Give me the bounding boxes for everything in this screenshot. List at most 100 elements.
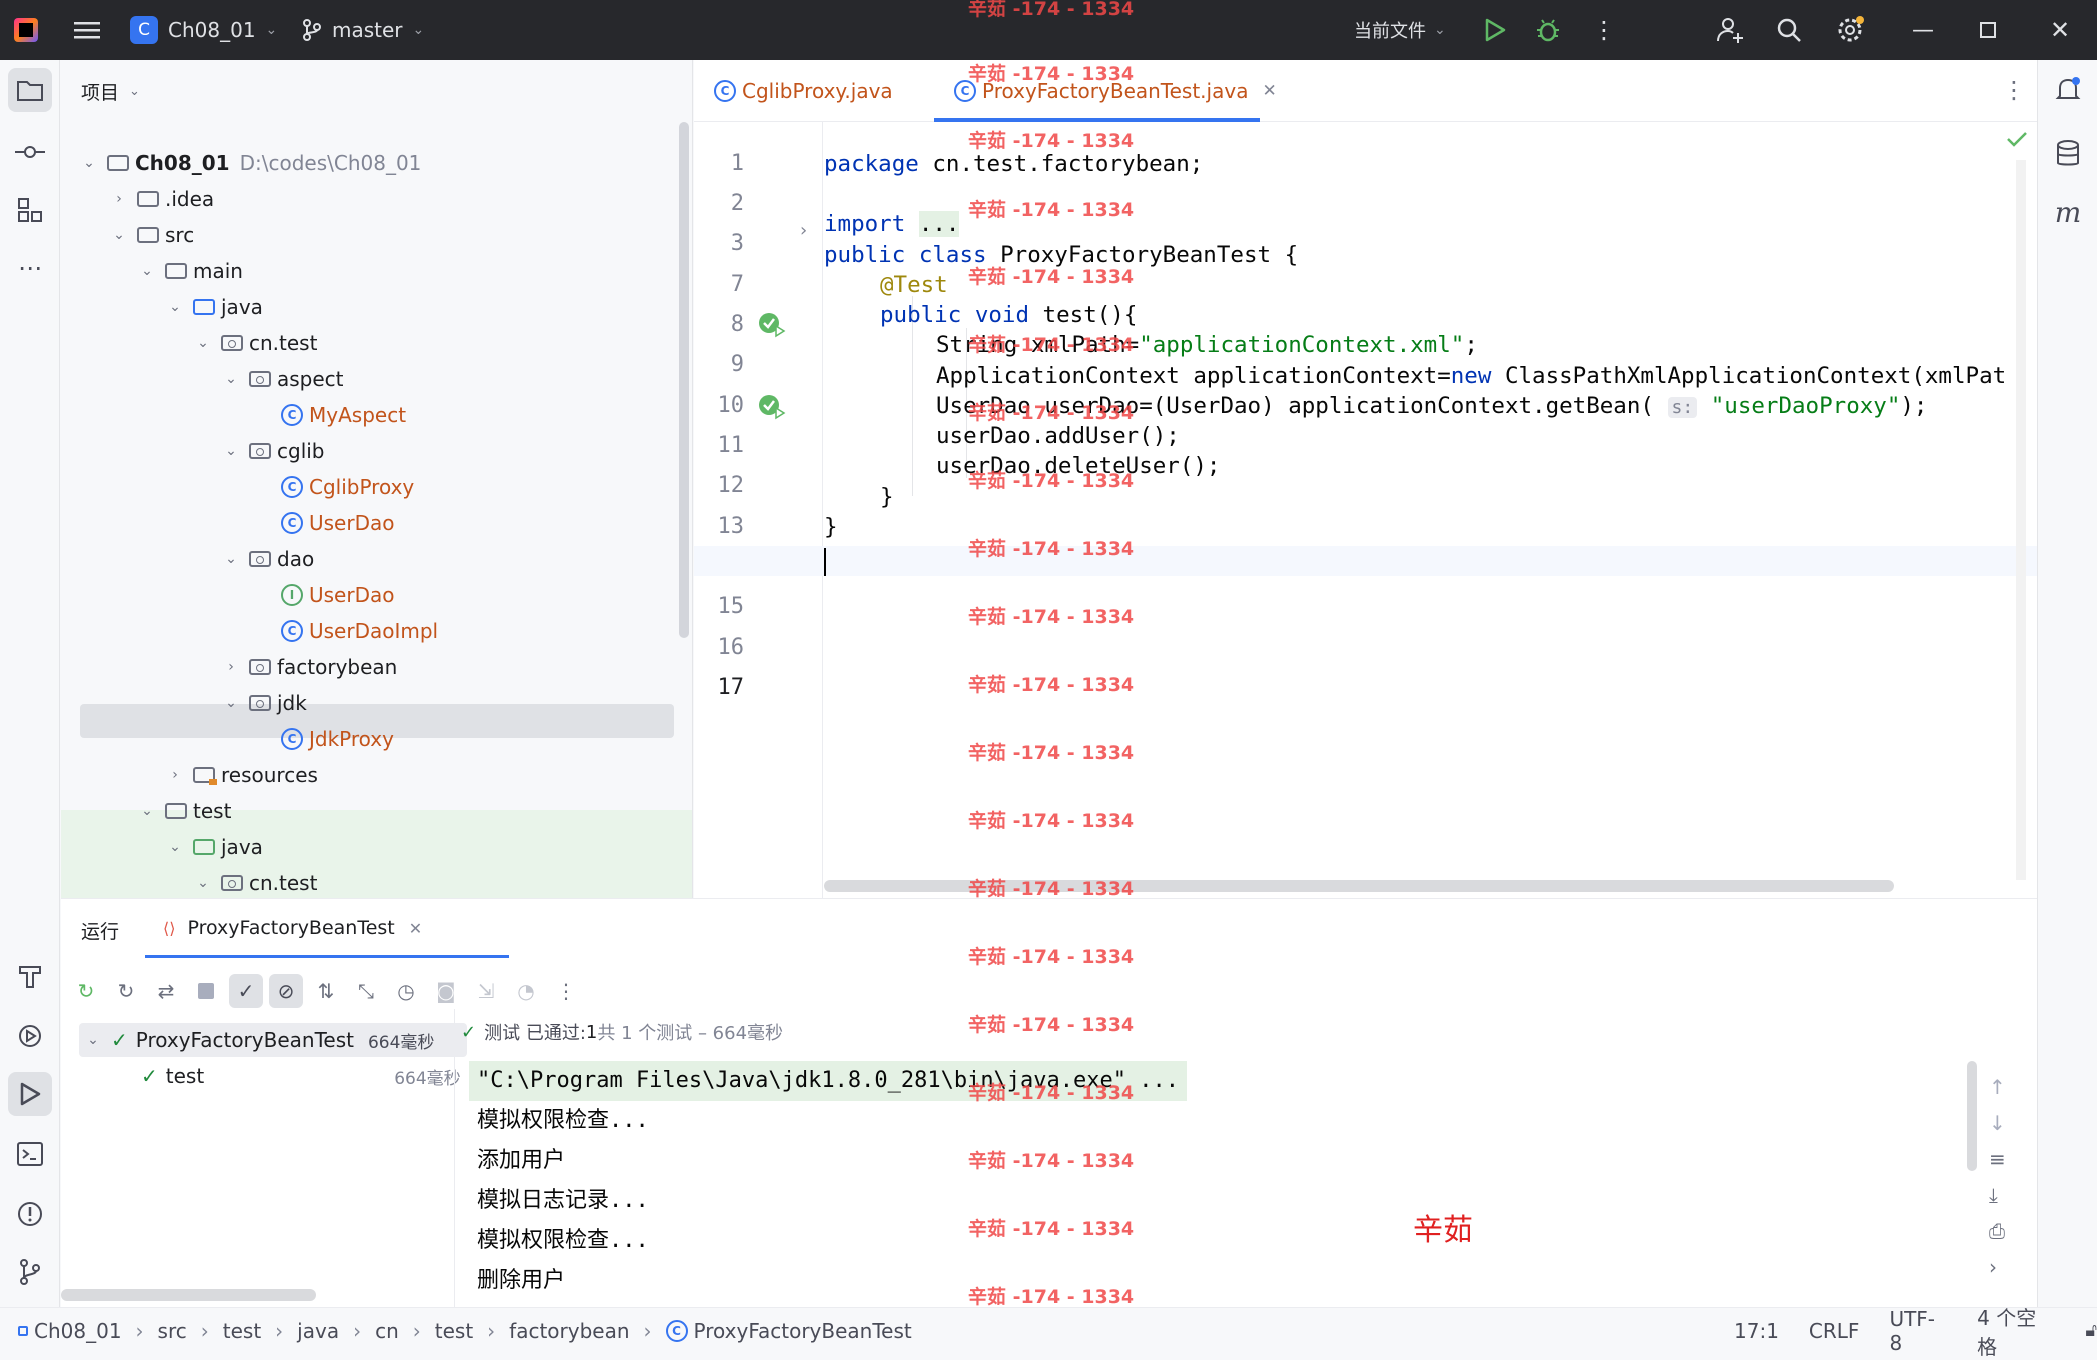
close-icon[interactable]: ✕ (1262, 81, 1276, 101)
soft-wrap-icon[interactable]: ≡ (1989, 1147, 2006, 1171)
indent-setting[interactable]: 4 个空格 (1977, 1302, 2055, 1360)
code-line-15[interactable]: } (880, 477, 894, 517)
tree-item-main[interactable]: ⌄ main (139, 254, 243, 288)
toggle-auto-test-icon[interactable]: ⇄ (149, 974, 183, 1008)
close-icon[interactable]: ✕ (2050, 0, 2070, 60)
collapse-all-icon[interactable]: ⤡ (349, 974, 383, 1008)
tree-item-resources[interactable]: › resources (167, 758, 318, 792)
tree-item-main-java[interactable]: ⌄ java (167, 290, 263, 324)
tree-item-src[interactable]: ⌄ src (111, 218, 194, 252)
code-line-16[interactable]: } (824, 507, 838, 547)
tree-item-factorybean[interactable]: › factorybean (223, 650, 397, 684)
console-line[interactable]: "C:\Program Files\Java\jdk1.8.0_281\bin\… (469, 1061, 1187, 1101)
tree-item-cglibproxy[interactable]: C CglibProxy (281, 470, 414, 504)
code-line-1[interactable]: package cn.test.factorybean; (824, 144, 1203, 184)
notifications-button[interactable] (2046, 68, 2090, 112)
up-arrow-icon[interactable]: ↑ (1989, 1075, 2006, 1099)
rerun-failed-icon[interactable]: ↻ (109, 974, 143, 1008)
run-config-select[interactable]: 当前文件 ⌄ (1354, 0, 1446, 60)
build-tool-button[interactable] (8, 954, 52, 998)
test-tree-child[interactable]: ✓ test 664毫秒 (141, 1059, 461, 1093)
more-icon[interactable]: ⋮ (549, 974, 583, 1008)
run-test-gutter-icon[interactable] (758, 394, 786, 424)
run-test-gutter-icon[interactable] (758, 312, 786, 342)
add-user-icon[interactable] (1716, 0, 1744, 60)
tree-scrollbar[interactable] (679, 122, 689, 638)
database-button[interactable] (2046, 132, 2090, 176)
main-menu-icon[interactable] (74, 0, 100, 60)
tree-item-test-java[interactable]: ⌄ java (167, 830, 263, 864)
run-tab[interactable]: ⟨⟩ ProxyFactoryBeanTest ✕ (163, 899, 422, 957)
test-tree-scrollbar[interactable] (61, 1289, 316, 1301)
tree-item-project-root[interactable]: ⌄ Ch08_01 D:\codes\Ch08_01 (81, 146, 421, 180)
breadcrumb-item[interactable]: src (158, 1319, 187, 1343)
settings-icon[interactable] (1836, 0, 1864, 60)
breadcrumb-item[interactable]: factorybean (509, 1319, 629, 1343)
code-line-14[interactable]: userDao.deleteUser(); (936, 446, 1220, 486)
tab-cglibproxy[interactable]: C CglibProxy.java (714, 60, 893, 122)
show-ignored-icon[interactable]: ⊘ (269, 974, 303, 1008)
more-tools-icon[interactable]: ⋯ (8, 246, 52, 290)
sort-icon[interactable]: ⇅ (309, 974, 343, 1008)
tree-item-cglib-userdao[interactable]: C UserDao (281, 506, 394, 540)
tree-item-aspect[interactable]: ⌄ aspect (223, 362, 343, 396)
show-passed-icon[interactable]: ✓ (229, 974, 263, 1008)
tree-item-cn-test[interactable]: ⌄ cn.test (195, 326, 317, 360)
breadcrumb-item[interactable]: cn (375, 1319, 399, 1343)
run-button[interactable] (1484, 0, 1506, 60)
tree-item-jdk[interactable]: ⌄ jdk (223, 686, 307, 720)
breadcrumb-item[interactable]: ProxyFactoryBeanTest (694, 1319, 912, 1343)
services-tool-button[interactable] (8, 1014, 52, 1058)
debug-button[interactable] (1536, 0, 1560, 60)
chevron-right-icon[interactable]: › (1989, 1255, 2006, 1279)
more-actions-icon[interactable]: ⋮ (1592, 0, 1616, 60)
fold-chevron-icon[interactable]: › (800, 220, 807, 241)
caret-position[interactable]: 17:1 (1734, 1319, 1779, 1343)
rerun-icon[interactable]: ↻ (69, 974, 103, 1008)
terminal-tool-button[interactable] (8, 1132, 52, 1176)
tree-item-dao[interactable]: ⌄ dao (223, 542, 314, 576)
maven-icon[interactable]: m (2046, 190, 2090, 234)
tree-item-cglib[interactable]: ⌄ cglib (223, 434, 324, 468)
test-tree-root[interactable]: ⌄ ✓ ProxyFactoryBeanTest 664毫秒 (85, 1023, 434, 1057)
no-problems-check-icon[interactable] (2006, 130, 2028, 152)
tree-item-test-cn-test[interactable]: ⌄ cn.test (195, 866, 317, 898)
problems-tool-button[interactable] (8, 1192, 52, 1236)
tab-options-icon[interactable]: ⋮ (2002, 76, 2026, 104)
tree-item-test[interactable]: ⌄ test (139, 794, 231, 828)
scroll-to-end-icon[interactable]: ⤓ (1989, 1183, 2006, 1207)
tree-item-jdkproxy[interactable]: C JdkProxy (281, 722, 394, 756)
structure-tool-button[interactable] (8, 188, 52, 232)
tree-item-dao-userdao[interactable]: I UserDao (281, 578, 394, 612)
branch-switcher[interactable]: master ⌄ (302, 0, 424, 60)
print-icon[interactable]: ⎙ (1989, 1219, 2006, 1243)
search-icon[interactable] (1776, 0, 1802, 60)
maximize-icon[interactable] (1980, 0, 1996, 60)
project-tool-button[interactable] (8, 68, 52, 112)
tree-item-userdaoimpl[interactable]: C UserDaoImpl (281, 614, 438, 648)
lock-icon[interactable]: 🔓︎ (2085, 1320, 2097, 1341)
import-tests-icon[interactable]: ⇲ (469, 974, 503, 1008)
minimize-icon[interactable]: — (1912, 0, 1934, 60)
breadcrumb-item[interactable]: Ch08_01 (34, 1319, 122, 1343)
run-tool-button[interactable] (8, 1072, 52, 1116)
project-panel-header[interactable]: 项目 ⌄ (81, 78, 140, 105)
history-icon[interactable]: ◷ (389, 974, 423, 1008)
close-icon[interactable]: ✕ (409, 919, 422, 938)
git-tool-button[interactable] (8, 1250, 52, 1294)
editor-vertical-scrollbar[interactable] (2016, 160, 2026, 880)
down-arrow-icon[interactable]: ↓ (1989, 1111, 2006, 1135)
breadcrumb-item[interactable]: java (297, 1319, 339, 1343)
console-scrollbar[interactable] (1967, 1061, 1977, 1171)
line-separator[interactable]: CRLF (1809, 1319, 1860, 1343)
stop-icon[interactable] (189, 974, 223, 1008)
breadcrumb-item[interactable]: test (435, 1319, 473, 1343)
breadcrumb-item[interactable]: test (223, 1319, 261, 1343)
tree-item-myaspect[interactable]: C MyAspect (281, 398, 406, 432)
file-encoding[interactable]: UTF-8 (1889, 1307, 1947, 1355)
tab-proxyfactorybeantest[interactable]: C ProxyFactoryBeanTest.java ✕ (954, 60, 1277, 122)
coverage-icon[interactable]: ◔ (509, 974, 543, 1008)
project-switcher[interactable]: C Ch08_01 ⌄ (130, 0, 277, 60)
tree-item-idea[interactable]: › .idea (111, 182, 214, 216)
editor-horizontal-scrollbar[interactable] (824, 880, 1894, 892)
